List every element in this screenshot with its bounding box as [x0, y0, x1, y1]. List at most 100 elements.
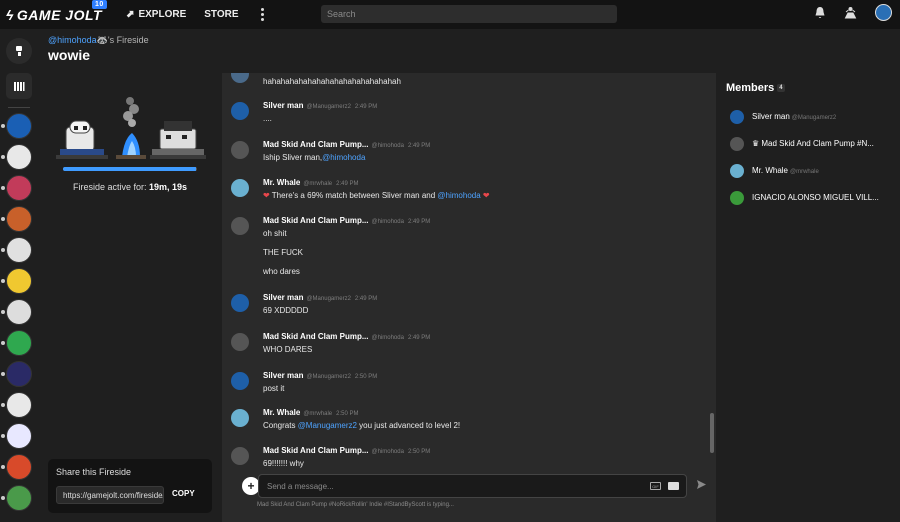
user-mention[interactable]: @Manugamerz2: [298, 421, 357, 430]
user-mention[interactable]: @himohoda: [437, 191, 480, 200]
member-avatar: [730, 137, 744, 151]
share-url-input[interactable]: [57, 487, 163, 504]
nav-store[interactable]: STORE: [204, 9, 238, 20]
user-avatar[interactable]: [875, 4, 892, 21]
message-meta: @Manugamerz2 2:49 PM: [306, 296, 377, 302]
member-avatar: [730, 110, 744, 124]
copy-button[interactable]: COPY: [172, 489, 195, 498]
member-display-name: Mr. Whale: [752, 166, 789, 175]
message-author[interactable]: Silver man @Manugamerz2 2:49 PM: [263, 293, 377, 302]
sticker-icon[interactable]: [668, 482, 679, 490]
author-name[interactable]: Mad Skid And Clam Pump...: [263, 332, 369, 341]
message-time: 2:49 PM: [354, 104, 378, 110]
message-text: hahahahahahahahahahahahahahahah: [263, 77, 401, 86]
bolt-icon: ϟ: [6, 6, 14, 23]
message-avatar[interactable]: [231, 217, 249, 235]
owner-link[interactable]: @himohoda: [48, 35, 97, 45]
message-time: 2:50 PM: [354, 374, 378, 380]
search-input[interactable]: [321, 5, 617, 23]
message-avatar[interactable]: [231, 409, 249, 427]
message-author[interactable]: Mad Skid And Clam Pump... @himohoda 2:49 P…: [263, 216, 430, 225]
message-avatar[interactable]: [231, 333, 249, 351]
message-avatar[interactable]: [231, 372, 249, 390]
fireside-owner: @himohoda🦝's Fireside: [48, 35, 149, 45]
member-item[interactable]: ♛ Mad Skid And Clam Pump #N...: [730, 137, 898, 153]
community-avatar[interactable]: [1, 175, 32, 201]
message-author[interactable]: Mad Skid And Clam Pump... @himohoda 2:49 P…: [263, 140, 430, 149]
share-url-field[interactable]: [56, 486, 164, 504]
author-name[interactable]: Silver man: [263, 293, 303, 302]
message-author[interactable]: Mad Skid And Clam Pump... @himohoda 2:50 P…: [263, 446, 430, 455]
message-meta: @himohoda 2:49 PM: [372, 143, 431, 149]
author-name[interactable]: Mad Skid And Clam Pump...: [263, 140, 369, 149]
community-avatar[interactable]: [1, 206, 32, 232]
chat-scrollbar[interactable]: [710, 413, 714, 453]
message-author[interactable]: Silver man @Manugamerz2 2:50 PM: [263, 371, 377, 380]
message-text: 69 XDDDDD: [263, 306, 308, 315]
author-name[interactable]: Silver man: [263, 371, 303, 380]
message-author[interactable]: Mad Skid And Clam Pump... @himohoda 2:49 P…: [263, 332, 430, 341]
members-panel: Members 4 Silver man @Manugamerz2 ♛ Mad Ski…: [716, 73, 900, 522]
unread-dot: [1, 217, 5, 221]
search-bar[interactable]: [321, 5, 617, 23]
user-mention[interactable]: @himohoda: [322, 153, 365, 162]
community-avatar[interactable]: [1, 330, 32, 356]
message-avatar[interactable]: [231, 294, 249, 312]
author-name[interactable]: Mad Skid And Clam Pump...: [263, 216, 369, 225]
community-avatar[interactable]: [1, 423, 32, 449]
message-meta: @himohoda 2:50 PM: [372, 449, 431, 455]
author-name[interactable]: Mr. Whale: [263, 408, 300, 417]
member-name: IGNACIO ALONSO MIGUEL VILL...: [752, 193, 898, 202]
activity-icon[interactable]: [844, 6, 857, 19]
message-line: ....: [263, 114, 272, 123]
gamejolt-logo[interactable]: ϟ GAME JOLT 10: [6, 0, 107, 23]
home-button[interactable]: [6, 38, 32, 64]
member-item[interactable]: Mr. Whale @mrwhale: [730, 164, 898, 180]
message-line: 69 XDDDDD: [263, 306, 309, 315]
author-name[interactable]: Silver man: [263, 101, 303, 110]
community-avatar[interactable]: [1, 144, 32, 170]
message-author[interactable]: Mr. Whale @mrwhale 2:50 PM: [263, 408, 358, 417]
message-line: Iship Sliver man,: [263, 153, 323, 162]
member-display-name: Silver man: [752, 112, 790, 121]
message-avatar[interactable]: [231, 141, 249, 159]
message-avatar[interactable]: [231, 73, 249, 83]
message-author[interactable]: Mr. Whale @mrwhale 2:49 PM: [263, 178, 358, 187]
message-text: Congrats @Manugamerz2 you just advanced …: [263, 421, 460, 430]
message-line: oh shit: [263, 229, 287, 238]
message-avatar[interactable]: [231, 447, 249, 465]
message-input[interactable]: [259, 475, 619, 497]
community-avatar[interactable]: [1, 361, 32, 387]
bell-icon[interactable]: [814, 6, 826, 19]
community-avatar[interactable]: [1, 268, 32, 294]
message-text: post it: [263, 384, 284, 393]
message-text: oh shit: [263, 229, 287, 238]
message-author[interactable]: Silver man @Manugamerz2 2:49 PM: [263, 101, 377, 110]
member-name: Silver man @Manugamerz2: [752, 112, 898, 121]
community-avatar[interactable]: [1, 485, 32, 511]
member-item[interactable]: Silver man @Manugamerz2: [730, 110, 898, 126]
library-button[interactable]: [6, 73, 32, 99]
member-item[interactable]: IGNACIO ALONSO MIGUEL VILL...: [730, 191, 898, 207]
typing-indicator: Mad Skid And Clam Pump #NoRickRollin' In…: [257, 502, 454, 508]
message-line: hahahahahahahahahahahahahahahah: [263, 77, 401, 86]
community-avatar[interactable]: [1, 454, 32, 480]
author-name[interactable]: Mad Skid And Clam Pump...: [263, 446, 369, 455]
unread-dot: [1, 465, 5, 469]
campfire-scene-image: [56, 97, 206, 159]
community-avatar[interactable]: [1, 392, 32, 418]
community-avatar[interactable]: [1, 113, 32, 139]
message-avatar[interactable]: [231, 102, 249, 120]
nav-explore[interactable]: ⬈ EXPLORE: [126, 9, 186, 20]
community-avatar[interactable]: [1, 299, 32, 325]
author-name[interactable]: Mr. Whale: [263, 178, 300, 187]
more-menu-icon[interactable]: [260, 8, 264, 21]
message-composer[interactable]: [258, 474, 687, 498]
message-meta: @mrwhale 2:49 PM: [303, 181, 358, 187]
message-avatar[interactable]: [231, 179, 249, 197]
message-line: you just advanced to level 2!: [356, 421, 461, 430]
send-icon[interactable]: [696, 479, 707, 490]
gif-icon[interactable]: GIF: [650, 482, 661, 490]
message-meta: @Manugamerz2 2:50 PM: [306, 374, 377, 380]
community-avatar[interactable]: [1, 237, 32, 263]
